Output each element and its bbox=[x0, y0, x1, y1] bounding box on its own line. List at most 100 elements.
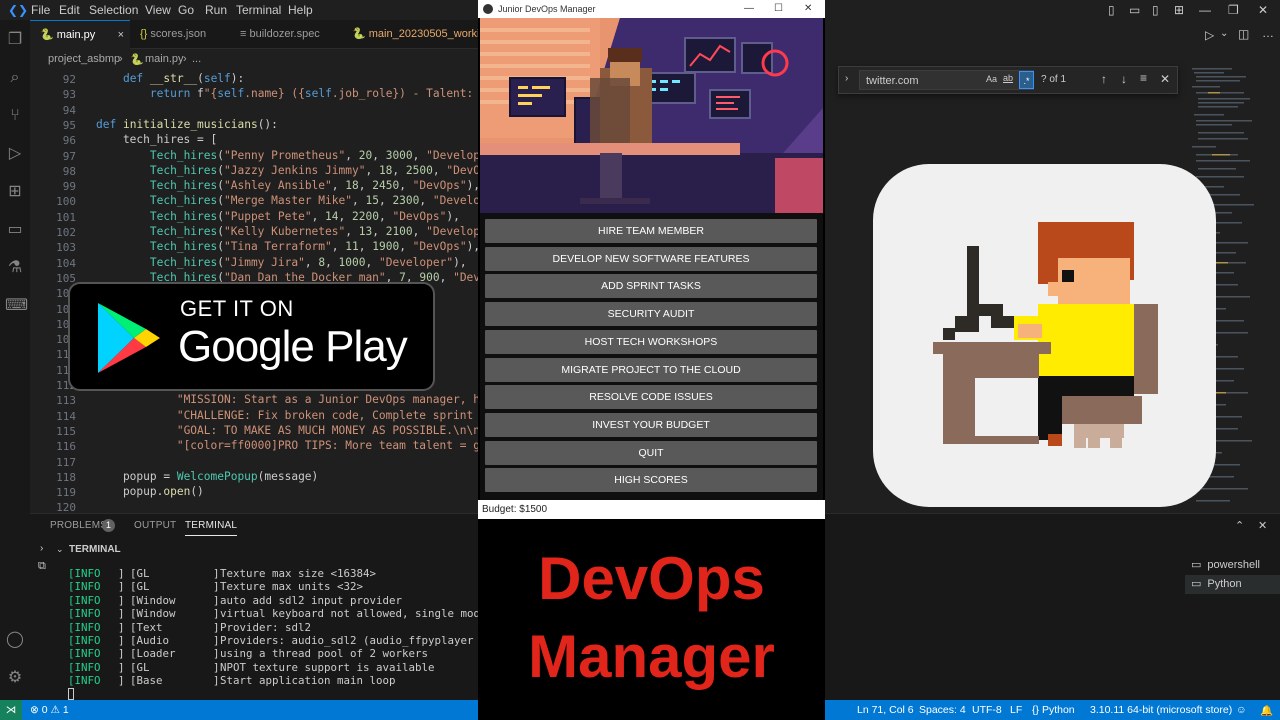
terminal-log-source: [Loader bbox=[130, 647, 176, 661]
terminal-bracket: ] bbox=[213, 580, 220, 594]
remote-explorer-icon[interactable]: ▭ bbox=[5, 220, 25, 240]
source-control-icon[interactable]: ⑂ bbox=[5, 106, 25, 126]
vscode-logo-icon: ❮❯ bbox=[8, 3, 29, 17]
terminal-item-python[interactable]: ▭ Python bbox=[1185, 575, 1280, 594]
app-button-security-audit[interactable]: SECURITY AUDIT bbox=[485, 302, 817, 327]
line-number: 114 bbox=[56, 409, 76, 423]
customize-layout-icon[interactable]: ⊞ bbox=[1174, 3, 1184, 17]
notifications-icon[interactable]: 🔔 bbox=[1260, 704, 1273, 717]
find-in-selection-icon[interactable]: ≡ bbox=[1140, 71, 1147, 85]
manage-gear-icon[interactable]: ⚙ bbox=[5, 668, 25, 688]
terminal-bracket: ] bbox=[118, 647, 125, 661]
breadcrumb-more[interactable]: ... bbox=[192, 53, 201, 65]
toggle-panel-icon[interactable]: ▭ bbox=[1129, 3, 1140, 17]
indentation-status[interactable]: Spaces: 4 bbox=[919, 704, 966, 716]
app-button-add-sprint-tasks[interactable]: ADD SPRINT TASKS bbox=[485, 274, 817, 299]
run-debug-icon[interactable]: ▷ bbox=[5, 144, 25, 164]
app-maximize-icon[interactable]: ☐ bbox=[774, 0, 783, 18]
line-number: 119 bbox=[56, 486, 76, 500]
app-button-migrate-project-to-the-cloud[interactable]: MIGRATE PROJECT TO THE CLOUD bbox=[485, 357, 817, 382]
split-editor-icon[interactable]: ◫ bbox=[1238, 27, 1249, 41]
encoding-status[interactable]: UTF-8 bbox=[972, 704, 1002, 716]
google-play-badge[interactable]: GET IT ON Google Play bbox=[68, 282, 435, 391]
breadcrumb-file[interactable]: main.py bbox=[145, 53, 184, 65]
more-actions-icon[interactable]: … bbox=[1262, 26, 1274, 40]
tab-main-py[interactable]: 🐍 main.py × bbox=[30, 20, 130, 49]
toggle-sidebar-icon[interactable]: ▯ bbox=[1108, 3, 1115, 17]
menu-terminal[interactable]: Terminal bbox=[236, 3, 281, 17]
app-button-hire-team-member[interactable]: HIRE TEAM MEMBER bbox=[485, 219, 817, 243]
extensions-icon[interactable]: ⊞ bbox=[5, 182, 25, 202]
terminal-bracket: ] bbox=[118, 674, 125, 688]
python-interpreter[interactable]: 3.10.11 64-bit (microsoft store) bbox=[1090, 704, 1232, 716]
budget-display: Budget: $1500 bbox=[478, 500, 825, 519]
terminal-view-icon[interactable]: ⌨ bbox=[5, 296, 28, 316]
previous-match-icon[interactable]: ↑ bbox=[1101, 72, 1107, 86]
menu-view[interactable]: View bbox=[145, 3, 171, 17]
terminal-log-message: Texture max size <16384> bbox=[220, 567, 377, 580]
language-mode[interactable]: {} Python bbox=[1032, 704, 1075, 716]
tab-scores-json[interactable]: {} scores.json bbox=[130, 20, 230, 49]
maximize-panel-icon[interactable]: ⌃ bbox=[1235, 519, 1244, 532]
cursor-position[interactable]: Ln 71, Col 6 bbox=[857, 704, 914, 716]
app-button-quit[interactable]: QUIT bbox=[485, 440, 817, 465]
menu-go[interactable]: Go bbox=[178, 3, 194, 17]
app-minimize-icon[interactable]: — bbox=[744, 0, 754, 18]
activity-bar: ❐ ⌕ ⑂ ▷ ⊞ ▭ ⚗ ⌨ ◯ ⚙ bbox=[0, 20, 30, 700]
minimize-icon[interactable]: — bbox=[1199, 3, 1211, 17]
menu-edit[interactable]: Edit bbox=[59, 3, 80, 17]
run-dropdown-icon[interactable]: ⌄ bbox=[1220, 28, 1228, 39]
close-tab-icon[interactable]: × bbox=[118, 21, 124, 49]
terminal-log-level: [INFO bbox=[68, 674, 101, 688]
terminal-output[interactable]: [INFO] [GL] Texture max size <16384> [INFO]… bbox=[30, 513, 500, 700]
terminal-bracket: ] bbox=[213, 647, 220, 661]
eol-status[interactable]: LF bbox=[1010, 704, 1022, 716]
match-case-toggle[interactable]: Aa bbox=[986, 74, 997, 84]
accounts-icon[interactable]: ◯ bbox=[5, 630, 25, 650]
close-window-icon[interactable]: ✕ bbox=[1258, 3, 1268, 17]
line-number: 120 bbox=[56, 501, 76, 513]
close-panel-icon[interactable]: ✕ bbox=[1258, 519, 1267, 532]
app-button-resolve-code-issues[interactable]: RESOLVE CODE ISSUES bbox=[485, 385, 817, 410]
terminal-bracket: ] bbox=[118, 593, 125, 607]
toggle-secondary-sidebar-icon[interactable]: ▯ bbox=[1152, 3, 1159, 17]
breadcrumb-folder[interactable]: project_asbmp bbox=[48, 53, 120, 65]
next-match-icon[interactable]: ↓ bbox=[1121, 72, 1127, 86]
app-title-bar[interactable]: Junior DevOps Manager — ☐ ✕ bbox=[478, 0, 825, 18]
restore-icon[interactable]: ❐ bbox=[1228, 3, 1239, 17]
app-button-invest-your-budget[interactable]: INVEST YOUR BUDGET bbox=[485, 412, 817, 437]
run-file-icon[interactable]: ▷ bbox=[1205, 28, 1214, 42]
explorer-icon[interactable]: ❐ bbox=[5, 30, 25, 50]
app-button-high-scores[interactable]: HIGH SCORES bbox=[485, 468, 817, 493]
line-number: 115 bbox=[56, 424, 76, 438]
menu-selection[interactable]: Selection bbox=[89, 3, 138, 17]
code-line: "GOAL: TO MAKE AS MUCH MONEY AS POSSIBLE… bbox=[176, 423, 478, 437]
testing-icon[interactable]: ⚗ bbox=[5, 258, 25, 278]
code-line: popup.open() bbox=[96, 485, 204, 499]
problems-status[interactable]: ⊗ 0 ⚠ 1 bbox=[30, 704, 69, 716]
tab-buildozer-spec[interactable]: ≡ buildozer.spec bbox=[230, 20, 342, 49]
remote-indicator-icon[interactable]: ⋊ bbox=[0, 700, 22, 720]
terminal-log-source: [GL bbox=[130, 660, 150, 674]
line-number: 97 bbox=[62, 149, 76, 163]
menu-run[interactable]: Run bbox=[205, 3, 227, 17]
app-button-host-tech-workshops[interactable]: HOST TECH WORKSHOPS bbox=[485, 329, 817, 354]
regex-toggle[interactable]: .* bbox=[1019, 71, 1034, 89]
app-button-develop-new-software-features[interactable]: DEVELOP NEW SOFTWARE FEATURES bbox=[485, 246, 817, 271]
menu-file[interactable]: File bbox=[31, 3, 50, 17]
terminal-item-powershell[interactable]: ▭ powershell bbox=[1185, 556, 1280, 575]
line-number: 103 bbox=[56, 241, 76, 255]
search-icon[interactable]: ⌕ bbox=[5, 68, 25, 88]
menu-help[interactable]: Help bbox=[288, 3, 313, 17]
close-find-icon[interactable]: ✕ bbox=[1160, 72, 1170, 86]
toggle-replace-icon[interactable]: › bbox=[845, 73, 848, 84]
app-close-icon[interactable]: ✕ bbox=[804, 0, 812, 18]
json-file-icon: {} bbox=[140, 28, 148, 40]
line-number: 116 bbox=[56, 440, 76, 454]
terminal-bracket: ] bbox=[213, 607, 220, 621]
line-number: 113 bbox=[56, 394, 76, 408]
tab-main-working[interactable]: 🐍 main_20230505_workin bbox=[342, 20, 478, 49]
line-number: 100 bbox=[56, 195, 76, 209]
whole-word-toggle[interactable]: ab bbox=[1003, 73, 1013, 83]
feedback-icon[interactable]: ☺ bbox=[1236, 704, 1247, 716]
